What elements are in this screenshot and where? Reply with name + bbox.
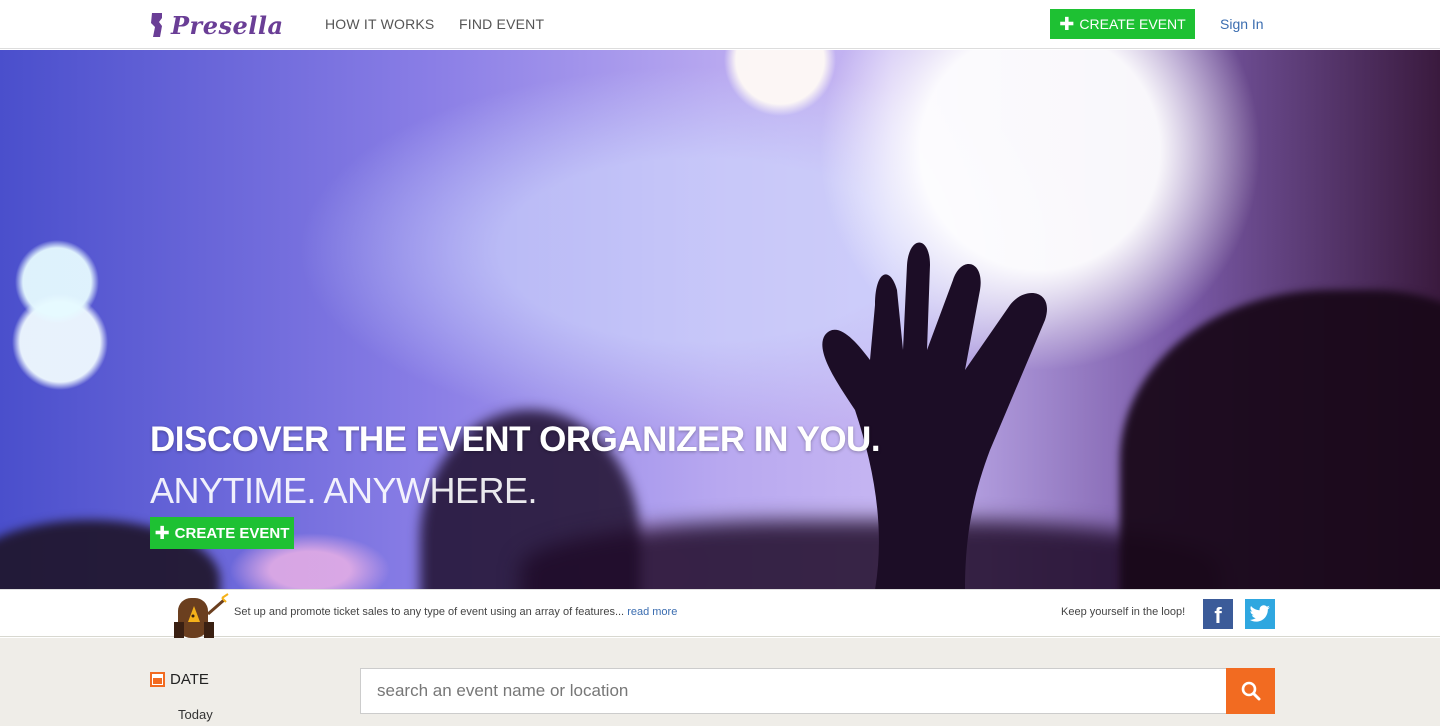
date-option-today[interactable]: Today — [178, 707, 213, 722]
search-section: DATE Today — [0, 638, 1440, 726]
logo-icon — [150, 12, 164, 38]
logo-text: Presella — [171, 10, 284, 40]
hero-title: DISCOVER THE EVENT ORGANIZER IN YOU. — [150, 420, 881, 459]
crowd-silhouette — [1120, 290, 1440, 589]
hero-create-event-label: CREATE EVENT — [174, 524, 290, 542]
calendar-icon — [150, 672, 165, 687]
search-icon — [1241, 681, 1260, 701]
search-input[interactable] — [360, 668, 1226, 714]
search-button[interactable] — [1226, 668, 1275, 714]
raised-hand-silhouette — [822, 242, 1047, 589]
read-more-link[interactable]: read more — [627, 606, 677, 618]
twitter-icon — [1249, 605, 1270, 622]
tagline: Set up and promote ticket sales to any t… — [234, 606, 677, 618]
hero-subtitle: ANYTIME. ANYWHERE. — [150, 470, 538, 511]
nav-how-it-works[interactable]: HOW IT WORKS — [325, 16, 434, 32]
hero-create-event-button[interactable]: ✚ CREATE EVENT — [150, 517, 294, 549]
hero-banner: DISCOVER THE EVENT ORGANIZER IN YOU. ANY… — [0, 50, 1440, 589]
top-navigation: Presella HOW IT WORKS FIND EVENT ✚ CREAT… — [0, 0, 1440, 49]
nav-find-event[interactable]: FIND EVENT — [459, 16, 544, 32]
keep-in-loop-text: Keep yourself in the loop! — [1061, 606, 1186, 618]
facebook-button[interactable]: f — [1203, 599, 1233, 629]
date-filter-label: DATE — [170, 671, 209, 688]
facebook-icon: f — [1214, 603, 1222, 628]
date-filter-heading: DATE — [150, 671, 209, 688]
info-strip: Set up and promote ticket sales to any t… — [0, 589, 1440, 638]
plus-icon: ✚ — [154, 523, 170, 543]
twitter-button[interactable] — [1245, 599, 1275, 629]
nav-create-event-label: CREATE EVENT — [1079, 16, 1186, 32]
tagline-text: Set up and promote ticket sales to any t… — [234, 606, 625, 618]
mascot-icon — [174, 593, 229, 638]
logo[interactable]: Presella — [150, 10, 284, 40]
plus-icon: ✚ — [1059, 14, 1075, 34]
sign-in-link[interactable]: Sign In — [1220, 16, 1264, 32]
nav-create-event-button[interactable]: ✚ CREATE EVENT — [1050, 9, 1195, 39]
